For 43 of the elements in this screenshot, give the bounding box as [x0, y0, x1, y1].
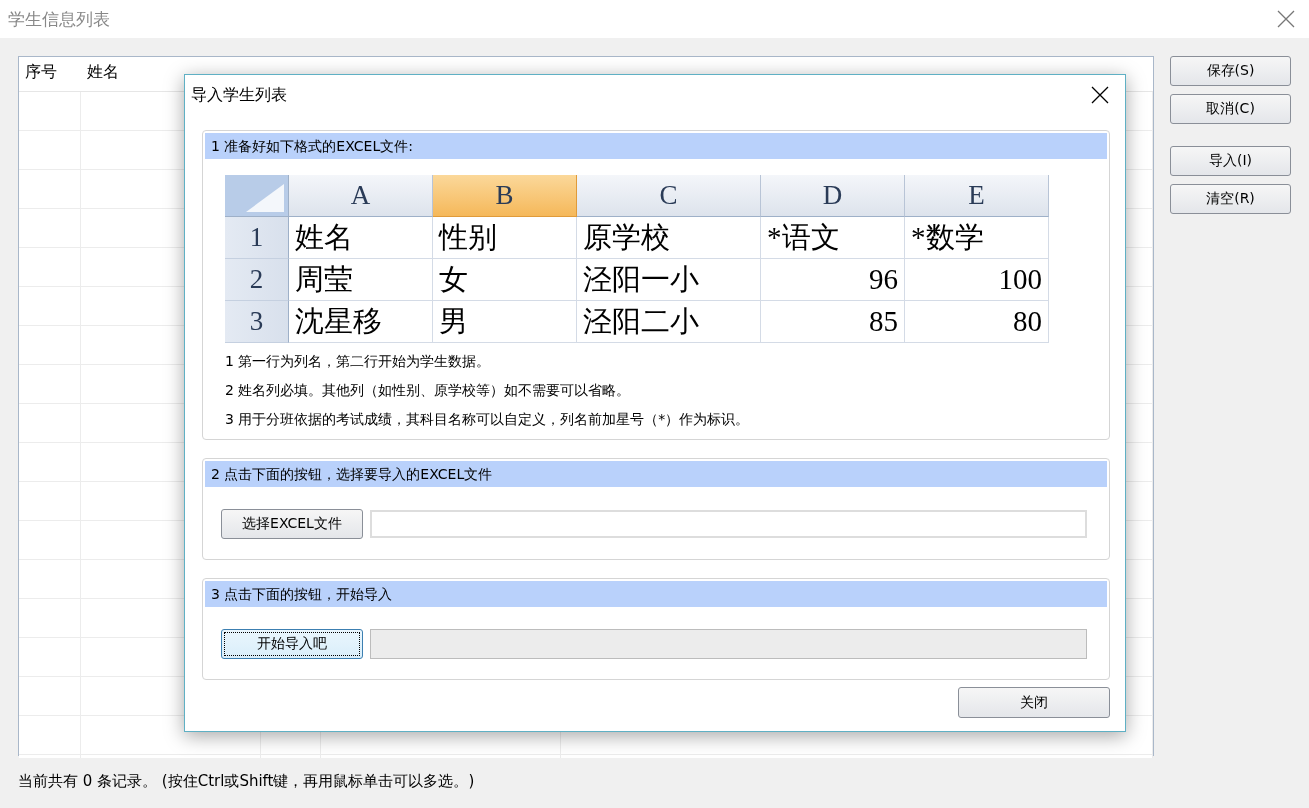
- section-heading: 3 点击下面的按钮，开始导入: [205, 581, 1107, 607]
- sheet-cell: 96: [761, 259, 905, 301]
- row-number: 3: [225, 301, 289, 343]
- section-heading: 1 准备好如下格式的EXCEL文件:: [205, 133, 1107, 159]
- side-button[interactable]: 清空(R): [1170, 184, 1291, 214]
- sheet-cell: 性别: [433, 217, 577, 259]
- sheet-cell: 泾阳二小: [577, 301, 761, 343]
- dialog-title: 导入学生列表: [191, 84, 287, 106]
- column-header: D: [761, 175, 905, 217]
- choose-file-button[interactable]: 选择EXCEL文件: [221, 509, 363, 539]
- sheet-cell: *语文: [761, 217, 905, 259]
- sheet-cell: 100: [905, 259, 1049, 301]
- column-header: A: [289, 175, 433, 217]
- sheet-cell: 泾阳一小: [577, 259, 761, 301]
- sheet-cell: 女: [433, 259, 577, 301]
- sheet-cell: 姓名: [289, 217, 433, 259]
- file-path-field[interactable]: [370, 510, 1087, 538]
- row-number: 1: [225, 217, 289, 259]
- sheet-cell: 85: [761, 301, 905, 343]
- sheet-cell: 周莹: [289, 259, 433, 301]
- side-button[interactable]: 保存(S): [1170, 56, 1291, 86]
- side-button[interactable]: 取消(C): [1170, 94, 1291, 124]
- sheet-cell: 沈星移: [289, 301, 433, 343]
- sheet-cell: 80: [905, 301, 1049, 343]
- column-header: E: [905, 175, 1049, 217]
- note-text: 2 姓名列必填。其他列（如性别、原学校等）如不需要可以省略。: [225, 382, 632, 400]
- column-header[interactable]: 序号: [19, 57, 81, 91]
- close-icon[interactable]: [1091, 86, 1109, 104]
- column-header: B: [433, 175, 577, 217]
- sheet-cell: *数学: [905, 217, 1049, 259]
- row-number: 2: [225, 259, 289, 301]
- select-all-icon: [244, 184, 284, 212]
- start-import-button[interactable]: 开始导入吧: [221, 629, 363, 659]
- window-title: 学生信息列表: [8, 7, 110, 31]
- note-text: 3 用于分班依据的考试成绩，其科目名称可以自定义，列名前加星号（*）作为标识。: [225, 411, 751, 429]
- section-heading: 2 点击下面的按钮，选择要导入的EXCEL文件: [205, 461, 1107, 487]
- sheet-cell: 原学校: [577, 217, 761, 259]
- side-button[interactable]: 导入(I): [1170, 146, 1291, 176]
- column-header: C: [577, 175, 761, 217]
- sheet-cell: 男: [433, 301, 577, 343]
- close-button[interactable]: 关闭: [958, 687, 1110, 718]
- note-text: 1 第一行为列名，第二行开始为学生数据。: [225, 353, 492, 371]
- status-text: 当前共有 0 条记录。 (按住Ctrl或Shift键，再用鼠标单击可以多选。): [17, 771, 476, 791]
